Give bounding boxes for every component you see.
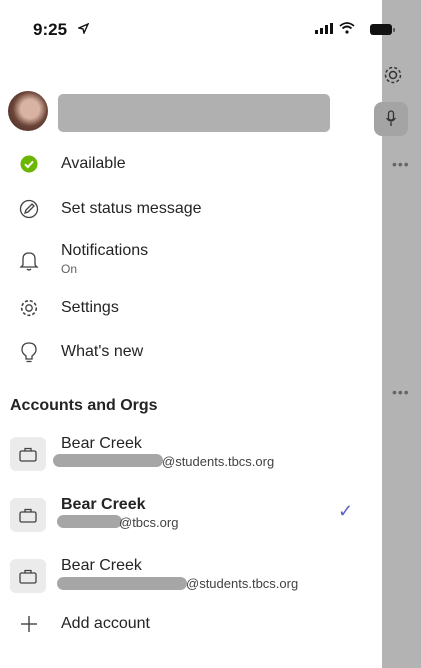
battery-tip bbox=[393, 28, 395, 32]
account-email-domain: @students.tbcs.org bbox=[162, 454, 275, 469]
account-org-name: Bear Creek bbox=[61, 496, 146, 513]
email-redacted bbox=[53, 454, 163, 467]
menu-item-notifications[interactable]: Notifications On bbox=[0, 238, 382, 284]
menu-item-available[interactable]: Available bbox=[0, 144, 382, 184]
briefcase-icon bbox=[10, 498, 46, 532]
account-email-domain: @students.tbcs.org bbox=[186, 576, 299, 591]
bell-icon bbox=[18, 250, 40, 272]
plus-icon bbox=[18, 613, 40, 635]
account-org-name: Bear Creek bbox=[61, 557, 142, 574]
accounts-section-header: Accounts and Orgs bbox=[10, 397, 158, 414]
menu-label: Available bbox=[61, 155, 126, 172]
email-redacted bbox=[57, 577, 187, 590]
avatar[interactable] bbox=[8, 91, 48, 131]
checkmark-icon: ✓ bbox=[338, 501, 354, 521]
more-options-icon: ••• bbox=[392, 384, 410, 400]
wifi-icon bbox=[339, 22, 355, 34]
cellular-signal-icon bbox=[315, 22, 333, 34]
account-item-active[interactable]: Bear Creek @tbcs.org ✓ bbox=[0, 495, 382, 545]
lightbulb-icon bbox=[18, 341, 40, 363]
menu-item-settings[interactable]: Settings bbox=[0, 288, 382, 328]
location-arrow-icon bbox=[78, 23, 89, 34]
account-item[interactable]: Bear Creek @students.tbcs.org bbox=[0, 434, 382, 484]
menu-item-set-status[interactable]: Set status message bbox=[0, 189, 382, 229]
profile-name-redacted bbox=[58, 94, 330, 132]
status-bar: 9:25 bbox=[0, 0, 382, 60]
briefcase-icon bbox=[10, 559, 46, 593]
status-time: 9:25 bbox=[33, 20, 68, 39]
more-options-icon: ••• bbox=[392, 156, 410, 172]
menu-label: What's new bbox=[61, 343, 144, 360]
profile-header[interactable] bbox=[8, 91, 330, 132]
menu-label: Notifications bbox=[61, 242, 149, 259]
account-item[interactable]: Bear Creek @students.tbcs.org bbox=[0, 556, 382, 606]
menu-sublabel: On bbox=[61, 262, 78, 276]
pencil-icon bbox=[18, 198, 40, 220]
gear-icon bbox=[18, 297, 40, 319]
status-icons bbox=[315, 22, 355, 34]
menu-label: Set status message bbox=[61, 200, 202, 217]
background-app-pane[interactable]: ••• ••• bbox=[370, 0, 421, 668]
email-redacted bbox=[57, 515, 122, 528]
account-org-name: Bear Creek bbox=[61, 435, 142, 452]
add-account-button[interactable]: Add account bbox=[0, 604, 382, 644]
battery-icon bbox=[370, 24, 392, 35]
menu-label: Settings bbox=[61, 299, 119, 316]
add-account-label: Add account bbox=[61, 615, 150, 632]
available-check-icon bbox=[18, 153, 40, 175]
microphone-icon bbox=[385, 110, 397, 126]
account-email-domain: @tbcs.org bbox=[119, 515, 179, 530]
microphone-button bbox=[374, 102, 408, 136]
menu-item-whats-new[interactable]: What's new bbox=[0, 332, 382, 372]
briefcase-icon bbox=[10, 437, 46, 471]
gear-icon bbox=[384, 66, 402, 84]
